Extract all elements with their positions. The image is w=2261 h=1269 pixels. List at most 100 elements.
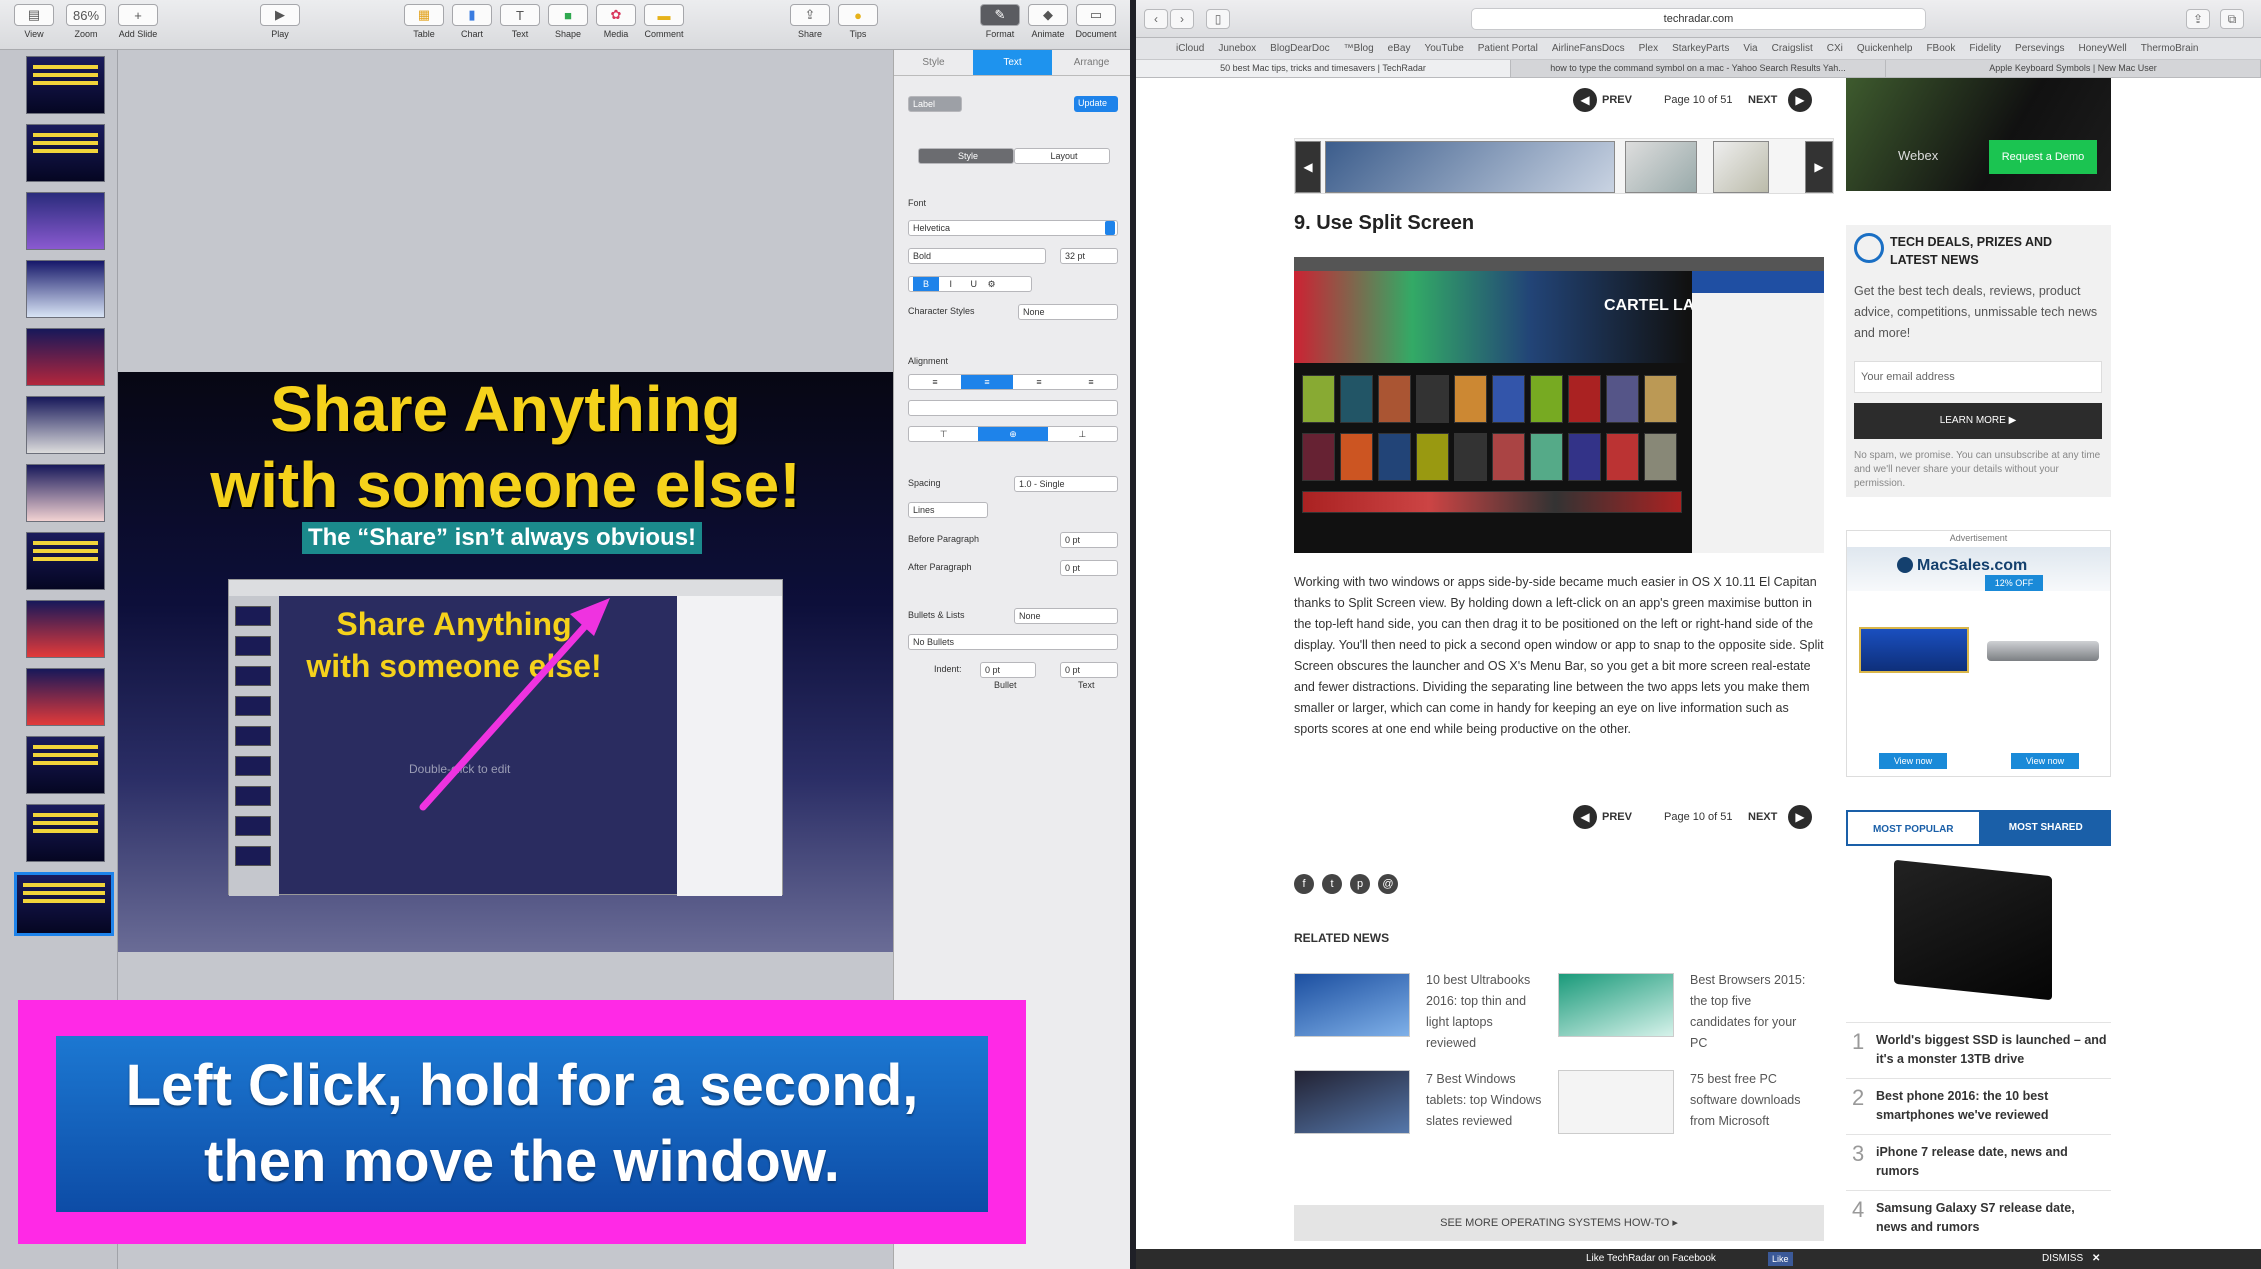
prev-arrow-icon[interactable]: ◀ [1573,805,1597,829]
related-image[interactable] [1558,1070,1674,1134]
browser-tab[interactable]: Apple Keyboard Symbols | New Mac User [1886,60,2261,77]
prev-link[interactable]: PREV [1602,94,1632,106]
popular-item[interactable]: 1 World's biggest SSD is launched – and i… [1846,1022,2111,1078]
related-image[interactable] [1294,973,1410,1037]
close-icon[interactable]: ✕ [2092,1249,2100,1269]
share-icon[interactable]: ⇪ [2186,9,2210,29]
alignment-buttons[interactable]: ≡ ≡ ≡ ≡ [908,374,1118,390]
related-link[interactable]: 10 best Ultrabooks 2016: top thin and li… [1426,970,1546,1054]
bookmark-item[interactable]: YouTube [1424,43,1463,54]
align-center-icon[interactable]: ≡ [961,375,1013,389]
vertical-alignment-buttons[interactable]: ⊤ ⊕ ⊥ [908,426,1118,442]
style-segment[interactable]: Style [918,148,1014,164]
update-button[interactable]: Update [1074,96,1118,112]
browser-tab[interactable]: how to type the command symbol on a mac … [1511,60,1886,77]
tab-most-shared[interactable]: MOST SHARED [1980,810,2111,846]
related-link[interactable]: Best Browsers 2015: the top five candida… [1690,970,1810,1054]
strip-image[interactable] [1713,141,1769,193]
font-size-field[interactable]: 32 pt [1060,248,1118,264]
next-link[interactable]: NEXT [1748,94,1777,106]
prev-arrow-icon[interactable]: ◀ [1573,88,1597,112]
popular-item[interactable]: 4 Samsung Galaxy S7 release date, news an… [1846,1190,2111,1246]
bookmark-item[interactable]: Plex [1639,43,1658,54]
strip-image[interactable] [1325,141,1615,193]
dismiss-link[interactable]: DISMISS [2042,1249,2083,1269]
shape-button[interactable]: ■ Shape [542,4,594,39]
browser-tab[interactable]: 50 best Mac tips, tricks and timesavers … [1136,60,1511,77]
slide-thumbnail[interactable] [26,532,105,590]
add-slide-button[interactable]: + Add Slide [112,4,164,39]
font-weight-select[interactable]: Bold [908,248,1046,264]
address-bar[interactable]: techradar.com [1471,8,1926,30]
before-paragraph-field[interactable]: 0 pt [1060,532,1118,548]
align-left-icon[interactable]: ≡ [909,375,961,389]
bookmark-item[interactable]: ™Blog [1344,43,1374,54]
ssd-image[interactable] [1894,859,2052,1001]
tab-text[interactable]: Text [973,50,1052,75]
layout-segment[interactable]: Layout [1014,148,1110,164]
tab-style[interactable]: Style [894,50,973,75]
macsales-ad[interactable]: Advertisement MacSales.com 12% OFF View … [1846,530,2111,777]
media-button[interactable]: ✿ Media [590,4,642,39]
next-link[interactable]: NEXT [1748,811,1777,823]
related-link[interactable]: 75 best free PC software downloads from … [1690,1069,1810,1132]
bookmark-item[interactable]: Patient Portal [1478,43,1538,54]
bullet-indent-field[interactable]: 0 pt [980,662,1036,678]
popular-item[interactable]: 3 iPhone 7 release date, news and rumors [1846,1134,2111,1190]
bookmark-item[interactable]: ThermoBrain [2141,43,2199,54]
current-slide[interactable]: Share Anything with someone else! The “S… [118,372,893,952]
facebook-icon[interactable]: f [1294,874,1314,894]
tabs-icon[interactable]: ⧉ [2220,9,2244,29]
zoom-control[interactable]: 86% Zoom [60,4,112,39]
animate-button[interactable]: ◆ Animate [1022,4,1074,39]
no-bullets-select[interactable]: No Bullets [908,634,1118,650]
email-input[interactable]: Your email address [1854,361,2102,393]
facebook-like-button[interactable]: Like [1768,1252,1793,1266]
document-button[interactable]: ▭ Document [1070,4,1122,39]
tips-button[interactable]: ● Tips [832,4,884,39]
email-icon[interactable]: @ [1378,874,1398,894]
related-image[interactable] [1558,973,1674,1037]
strip-next-icon[interactable]: ▶ [1805,141,1833,193]
tab-arrange[interactable]: Arrange [1052,50,1130,75]
request-demo-button[interactable]: Request a Demo [1989,140,2097,174]
slide-thumbnail[interactable] [26,804,105,862]
share-button[interactable]: ⇪ Share [784,4,836,39]
popular-item[interactable]: 2 Best phone 2016: the 10 best smartphone… [1846,1078,2111,1134]
bookmark-item[interactable]: Quickenhelp [1857,43,1913,54]
chart-button[interactable]: ▮ Chart [446,4,498,39]
related-image[interactable] [1294,1070,1410,1134]
spacing-label[interactable]: Spacing [908,478,941,488]
bookmark-item[interactable]: FBook [1926,43,1955,54]
slide-thumbnail[interactable] [26,260,105,318]
prev-link[interactable]: PREV [1602,811,1632,823]
font-family-select[interactable]: Helvetica [908,220,1118,236]
bookmark-item[interactable]: BlogDearDoc [1270,43,1329,54]
spacing-select[interactable]: 1.0 - Single [1014,476,1118,492]
related-link[interactable]: 7 Best Windows tablets: top Windows slat… [1426,1069,1546,1132]
next-arrow-icon[interactable]: ▶ [1788,805,1812,829]
view-now-button[interactable]: View now [2011,753,2079,769]
align-justify-icon[interactable]: ≡ [1065,375,1117,389]
slide-thumbnail[interactable] [26,600,105,658]
text-indent-field[interactable]: 0 pt [1060,662,1118,678]
font-style-buttons[interactable]: B I U ⚙ [908,276,1032,292]
tab-most-popular[interactable]: MOST POPULAR [1846,810,1981,846]
slide-thumbnail-selected[interactable] [14,872,114,936]
facebook-prompt[interactable]: Like TechRadar on Facebook [1586,1249,1716,1269]
bookmark-item[interactable]: Fidelity [1969,43,2001,54]
format-button[interactable]: ✎ Format [974,4,1026,39]
slide-thumbnail[interactable] [26,124,105,182]
bookmark-item[interactable]: eBay [1388,43,1411,54]
character-styles-select[interactable]: None [1018,304,1118,320]
paragraph-style-label[interactable]: Label [908,96,962,112]
slide-thumbnail[interactable] [26,736,105,794]
table-button[interactable]: ▦ Table [398,4,450,39]
text-button[interactable]: T Text [494,4,546,39]
pinterest-icon[interactable]: p [1350,874,1370,894]
bullets-select[interactable]: None [1014,608,1118,624]
bullets-label[interactable]: Bullets & Lists [908,610,965,620]
align-right-icon[interactable]: ≡ [1013,375,1065,389]
sidebar-icon[interactable]: ▯ [1206,9,1230,29]
bookmark-item[interactable]: HoneyWell [2079,43,2127,54]
